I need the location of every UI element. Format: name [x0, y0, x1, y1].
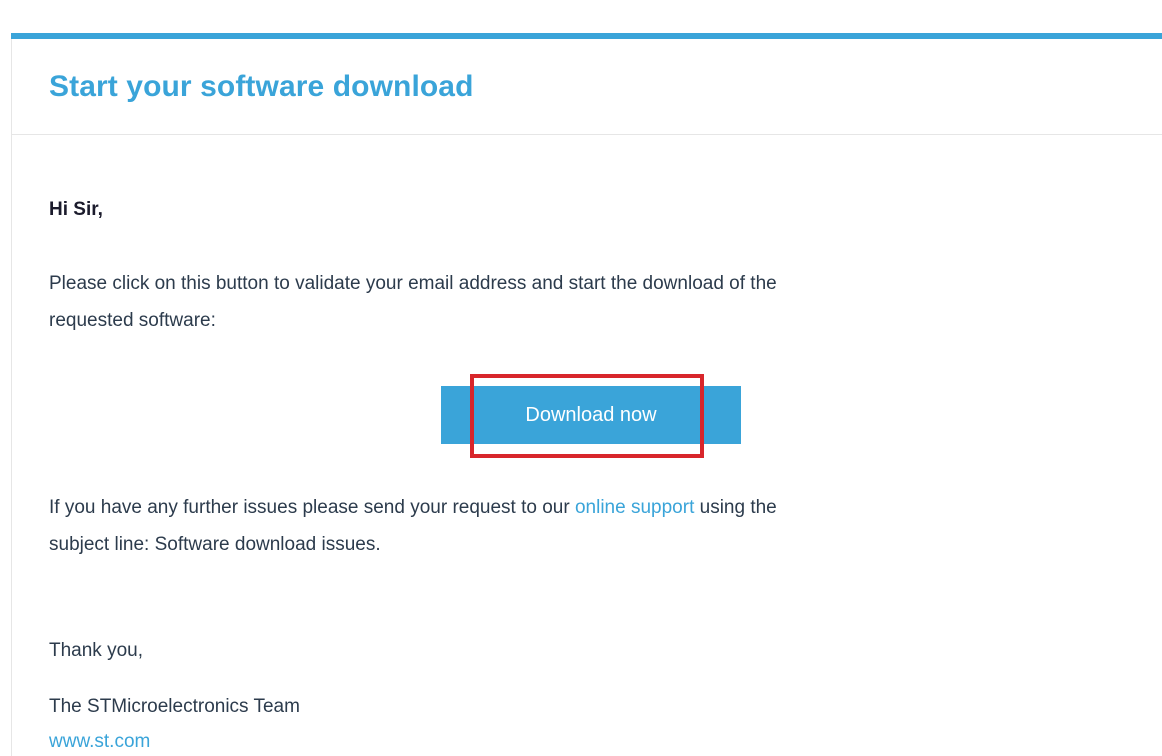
email-frame: Start your software download Hi Sir, Ple…: [0, 0, 1162, 756]
intro-line-1: Please click on this button to validate …: [49, 273, 777, 294]
intro-line-2: requested software:: [49, 310, 216, 331]
download-now-button[interactable]: Download now: [441, 386, 741, 444]
signature: The STMicroelectronics Team: [49, 696, 300, 717]
email-title: Start your software download: [49, 70, 474, 103]
support-paragraph: If you have any further issues please se…: [49, 489, 1109, 563]
online-support-link[interactable]: online support: [575, 497, 694, 518]
support-line-2: subject line: Software download issues.: [49, 534, 381, 555]
support-text-before: If you have any further issues please se…: [49, 497, 570, 518]
support-text-after: using the: [699, 497, 777, 518]
thanks-text: Thank you,: [49, 640, 143, 661]
left-border: [11, 39, 12, 756]
website-link[interactable]: www.st.com: [49, 731, 150, 753]
greeting: Hi Sir,: [49, 199, 103, 220]
header-accent-bar: [11, 33, 1162, 39]
header-divider: [11, 134, 1162, 135]
intro-paragraph: Please click on this button to validate …: [49, 265, 1109, 339]
